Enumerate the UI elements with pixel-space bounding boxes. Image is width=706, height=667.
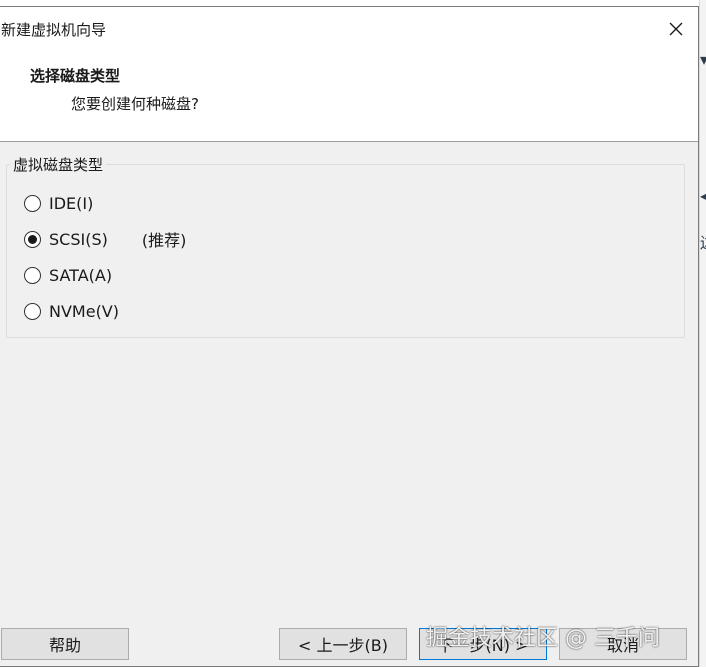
title-bar: 新建虚拟机向导	[0, 7, 698, 51]
radio-option-scsi[interactable]: SCSI(S) (推荐)	[24, 228, 186, 250]
radio-button-ide[interactable]	[24, 194, 41, 212]
radio-button-sata[interactable]	[24, 266, 41, 284]
groupbox-label: 虚拟磁盘类型	[10, 154, 107, 175]
close-icon	[669, 22, 683, 36]
radio-button-nvme[interactable]	[24, 302, 41, 320]
page-subtitle: 您要创建何种磁盘?	[71, 95, 199, 113]
radio-option-ide[interactable]: IDE(I)	[24, 192, 93, 214]
close-button[interactable]	[654, 7, 698, 51]
radio-label-scsi: SCSI(S)	[49, 229, 108, 249]
radio-label-ide: IDE(I)	[49, 193, 94, 213]
radio-label-sata: SATA(A)	[49, 265, 113, 285]
help-button[interactable]: 帮助	[1, 628, 129, 660]
background-chevron-icon: ▾	[700, 50, 706, 69]
background-window-edge	[699, 0, 706, 667]
radio-option-nvme[interactable]: NVMe(V)	[24, 300, 119, 322]
radio-button-scsi[interactable]	[24, 230, 41, 248]
back-button[interactable]: < 上一步(B)	[279, 628, 407, 660]
page-title: 选择磁盘类型	[30, 67, 121, 85]
radio-option-sata[interactable]: SATA(A)	[24, 264, 112, 286]
background-arrow-icon: ◀	[700, 188, 706, 204]
radio-label-nvme: NVMe(V)	[49, 301, 119, 321]
background-text: 边	[700, 236, 706, 251]
window-title: 新建虚拟机向导	[1, 21, 107, 39]
wizard-header: 选择磁盘类型 您要创建何种磁盘?	[0, 51, 698, 142]
recommended-note: (推荐)	[141, 231, 187, 250]
watermark: 掘金技术社区 @ 三千问	[426, 626, 660, 651]
